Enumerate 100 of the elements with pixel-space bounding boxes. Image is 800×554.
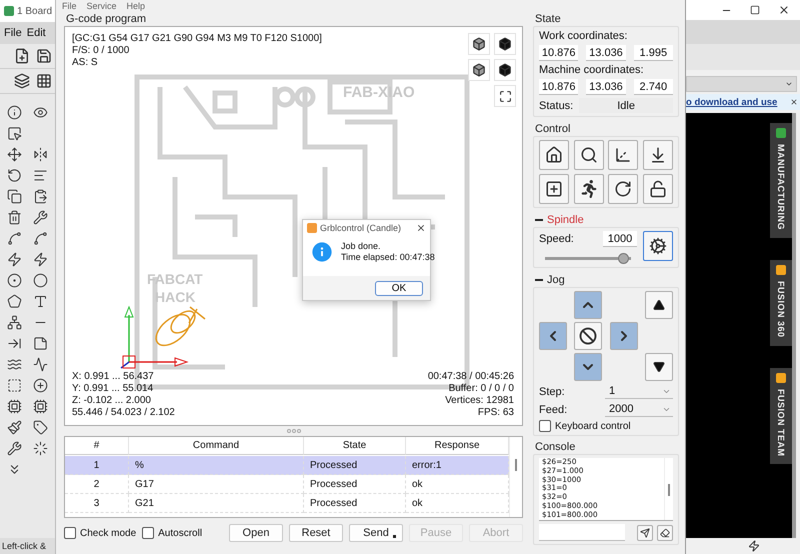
- push-button[interactable]: Send: [349, 524, 403, 542]
- table-cell[interactable]: G21: [129, 494, 304, 513]
- column-header[interactable]: Command: [129, 437, 304, 455]
- rotate-icon[interactable]: [7, 168, 22, 183]
- control-button[interactable]: [642, 174, 673, 204]
- lightning-icon[interactable]: [32, 252, 48, 267]
- note-icon[interactable]: [32, 336, 48, 351]
- align-icon[interactable]: [32, 168, 48, 183]
- scrollbar-thumb[interactable]: [515, 459, 517, 471]
- splitter-handle-icon[interactable]: [286, 429, 302, 433]
- jog-button[interactable]: [574, 353, 602, 381]
- feed-dropdown[interactable]: 2000: [605, 402, 673, 417]
- save-icon[interactable]: [36, 48, 52, 64]
- new-file-icon[interactable]: [14, 48, 30, 64]
- close-icon[interactable]: [416, 223, 426, 233]
- wrench-icon[interactable]: [32, 210, 48, 225]
- ok-button[interactable]: OK: [375, 280, 423, 296]
- table-cell[interactable]: %: [129, 456, 304, 475]
- wrench-icon[interactable]: [7, 441, 22, 456]
- close-icon[interactable]: [790, 98, 798, 106]
- eye-icon[interactable]: [32, 105, 48, 120]
- cube-view-button[interactable]: [494, 33, 516, 55]
- brush-icon[interactable]: [7, 420, 22, 435]
- arrow-icon[interactable]: [7, 336, 22, 351]
- fit-view-button[interactable]: [494, 85, 516, 107]
- spindle-button[interactable]: [643, 231, 673, 261]
- cube-view-button[interactable]: [494, 59, 516, 81]
- plus-circle-icon[interactable]: [32, 378, 48, 393]
- dotted-circle-icon[interactable]: [32, 441, 48, 456]
- jog-stop-button[interactable]: [574, 322, 602, 350]
- via-icon[interactable]: [7, 273, 22, 288]
- table-cell[interactable]: 1: [65, 456, 129, 475]
- move-icon[interactable]: [7, 147, 22, 162]
- circle-icon[interactable]: [32, 273, 48, 288]
- side-tab[interactable]: FUSION 360: [770, 260, 792, 346]
- menu-item[interactable]: File: [4, 27, 22, 39]
- jog-button[interactable]: [574, 291, 602, 319]
- control-button[interactable]: [642, 140, 673, 170]
- route-icon[interactable]: [32, 231, 48, 246]
- checkbox[interactable]: Check mode: [64, 527, 136, 539]
- copy-icon[interactable]: [7, 189, 22, 204]
- route-icon[interactable]: [7, 231, 22, 246]
- select-icon[interactable]: [7, 126, 22, 141]
- lightning-icon[interactable]: [7, 252, 22, 267]
- command-input-field[interactable]: [539, 524, 625, 541]
- menu-item[interactable]: File: [62, 0, 77, 10]
- menu-item[interactable]: Edit: [26, 27, 46, 39]
- layers-icon[interactable]: [14, 73, 30, 89]
- close-icon[interactable]: [778, 4, 790, 16]
- table-cell[interactable]: 3: [65, 494, 129, 513]
- control-button[interactable]: [574, 174, 604, 204]
- paste-icon[interactable]: [32, 189, 48, 204]
- menu-item[interactable]: Help: [126, 0, 146, 10]
- table-cell[interactable]: ok: [406, 494, 509, 513]
- control-button[interactable]: [608, 174, 638, 204]
- grid-icon[interactable]: [36, 73, 52, 89]
- checkbox[interactable]: Autoscroll: [142, 527, 202, 539]
- table-cell[interactable]: error:1: [406, 456, 509, 475]
- jog-button[interactable]: [644, 353, 673, 381]
- wave-icon[interactable]: [32, 357, 48, 372]
- table-cell[interactable]: ok: [406, 475, 509, 494]
- table-cell[interactable]: Processed: [304, 475, 406, 494]
- speed-field[interactable]: 1000: [603, 231, 637, 247]
- side-tab[interactable]: MANUFACTURING: [770, 123, 792, 238]
- checkbox[interactable]: Keyboard control: [539, 420, 673, 432]
- table-cell[interactable]: Processed: [304, 494, 406, 513]
- column-header[interactable]: State: [304, 437, 406, 455]
- control-button[interactable]: [608, 140, 638, 170]
- table-cell[interactable]: Processed: [304, 456, 406, 475]
- jog-button[interactable]: [539, 322, 567, 350]
- trash-icon[interactable]: [7, 210, 22, 225]
- column-header[interactable]: Response: [406, 437, 509, 455]
- slider-thumb[interactable]: [618, 253, 629, 264]
- cube-view-button[interactable]: [468, 33, 490, 55]
- jog-button[interactable]: [610, 322, 638, 350]
- control-button[interactable]: [539, 174, 569, 204]
- mirror-icon[interactable]: [32, 147, 48, 162]
- tag-icon[interactable]: [32, 420, 48, 435]
- step-dropdown[interactable]: 1: [605, 384, 673, 399]
- cube-view-button[interactable]: [468, 59, 490, 81]
- table-cell[interactable]: G17: [129, 475, 304, 494]
- chip-icon[interactable]: [32, 399, 48, 414]
- table-cell[interactable]: 2: [65, 475, 129, 494]
- menu-item[interactable]: Service: [86, 0, 117, 10]
- push-button[interactable]: Open: [229, 524, 283, 542]
- clear-button[interactable]: [657, 524, 673, 540]
- maximize-icon[interactable]: [750, 5, 760, 15]
- column-header[interactable]: #: [65, 437, 129, 455]
- info-icon[interactable]: [7, 105, 22, 120]
- speed-slider[interactable]: [545, 253, 631, 264]
- text-tool-icon[interactable]: [32, 294, 48, 309]
- chip-icon[interactable]: [7, 399, 22, 414]
- control-button[interactable]: [574, 140, 604, 170]
- waves-icon[interactable]: [7, 357, 22, 372]
- network-icon[interactable]: [7, 315, 22, 330]
- box-icon[interactable]: [7, 378, 22, 393]
- pentagon-icon[interactable]: [7, 294, 22, 309]
- control-button[interactable]: [539, 140, 569, 170]
- side-tab[interactable]: FUSION TEAM: [770, 368, 792, 464]
- scrollbar-thumb[interactable]: [668, 484, 670, 496]
